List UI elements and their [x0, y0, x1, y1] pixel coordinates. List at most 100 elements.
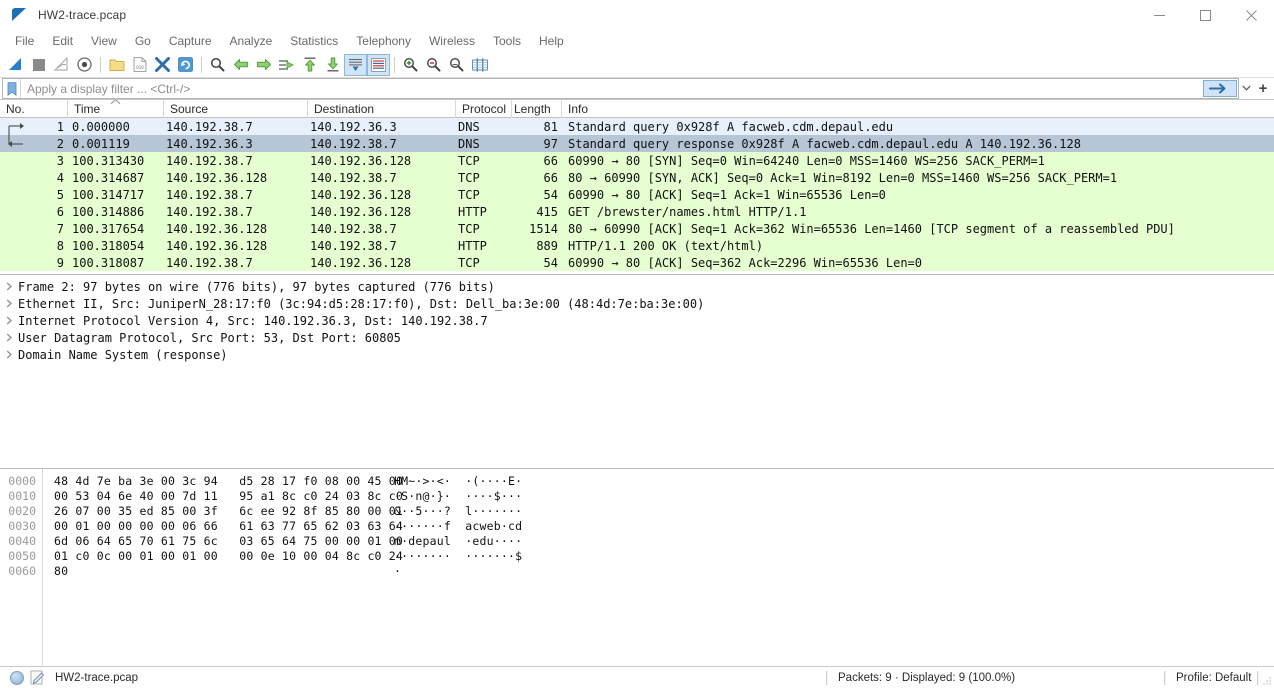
filter-bookmark-icon[interactable]: [3, 79, 21, 98]
hex-dump-line[interactable]: 0010 00 53 04 6e 40 00 7d 11 95 a1 8c c0 …: [0, 488, 1274, 503]
minimize-button[interactable]: [1136, 0, 1182, 30]
main-toolbar: 010: [0, 52, 1274, 78]
menu-capture[interactable]: Capture: [160, 32, 221, 50]
open-file-icon[interactable]: [105, 54, 128, 76]
detail-text: Frame 2: 97 bytes on wire (776 bits), 97…: [18, 279, 495, 294]
packet-protocol: TCP: [458, 187, 480, 202]
close-button[interactable]: [1228, 0, 1274, 30]
expert-info-icon[interactable]: [10, 670, 24, 685]
related-packet-marker: [0, 169, 34, 186]
hex-ascii: &··5···? l·······: [394, 503, 523, 518]
detail-expander[interactable]: [0, 333, 18, 342]
menu-edit[interactable]: Edit: [43, 32, 82, 50]
hex-dump-line[interactable]: 0000 48 4d 7e ba 3e 00 3c 94 d5 28 17 f0 …: [0, 473, 1274, 488]
resize-columns-icon[interactable]: [468, 54, 491, 76]
detail-tree-item[interactable]: Ethernet II, Src: JuniperN_28:17:f0 (3c:…: [0, 295, 1274, 312]
display-filter-input[interactable]: Apply a display filter ... <Ctrl-/>: [21, 82, 1203, 96]
go-forward-icon[interactable]: [252, 54, 275, 76]
packet-number: 8: [56, 238, 64, 253]
hex-dump-line[interactable]: 0060 80 ·: [0, 563, 1274, 578]
packet-number: 7: [56, 221, 64, 236]
packet-row[interactable]: 4 100.314687 140.192.36.128 140.192.38.7 TCP…: [0, 169, 1274, 186]
restart-capture-icon[interactable]: [50, 54, 73, 76]
hex-dump-line[interactable]: 0040 6d 06 64 65 70 61 75 6c 03 65 64 75 …: [0, 533, 1274, 548]
status-profile[interactable]: Profile: Default: [1176, 672, 1251, 684]
packet-row[interactable]: 7 100.317654 140.192.36.128 140.192.38.7 TCP…: [0, 220, 1274, 237]
menu-statistics[interactable]: Statistics: [281, 32, 347, 50]
zoom-reset-icon[interactable]: [445, 54, 468, 76]
packet-length: 54: [543, 255, 558, 270]
packet-list-rows: 1 0.000000 140.192.38.7 140.192.36.3 DNS 81 St…: [0, 118, 1274, 271]
detail-expander[interactable]: [0, 350, 18, 359]
maximize-button[interactable]: [1182, 0, 1228, 30]
detail-tree-item[interactable]: User Datagram Protocol, Src Port: 53, Ds…: [0, 329, 1274, 346]
packet-row[interactable]: 5 100.314717 140.192.38.7 140.192.36.128 TCP…: [0, 186, 1274, 203]
chevron-down-icon[interactable]: [1239, 78, 1254, 98]
packet-number: 6: [56, 204, 64, 219]
hex-offset: 0050: [8, 548, 36, 563]
menu-analyze[interactable]: Analyze: [221, 32, 282, 50]
detail-tree-item[interactable]: Domain Name System (response): [0, 346, 1274, 363]
packet-row[interactable]: 8 100.318054 140.192.36.128 140.192.38.7 HTT…: [0, 237, 1274, 254]
resize-grip-icon[interactable]: [1262, 676, 1272, 686]
reload-file-icon[interactable]: [174, 54, 197, 76]
colorize-packets-icon[interactable]: [367, 53, 390, 76]
packet-info: 60990 → 80 [SYN] Seq=0 Win=64240 Len=0 M…: [568, 153, 1045, 168]
capture-options-icon[interactable]: [73, 54, 96, 76]
menu-go[interactable]: Go: [126, 32, 160, 50]
packet-row[interactable]: 6 100.314886 140.192.38.7 140.192.36.128 HTT…: [0, 203, 1274, 220]
add-filter-button[interactable]: +: [1254, 78, 1272, 98]
packet-row[interactable]: 3 100.313430 140.192.38.7 140.192.36.128 TCP…: [0, 152, 1274, 169]
detail-text: Domain Name System (response): [18, 347, 228, 362]
hex-dump-line[interactable]: 0030 00 01 00 00 00 00 06 66 61 63 77 65 …: [0, 518, 1274, 533]
column-header-length[interactable]: Length: [512, 100, 562, 118]
expand-chevron-icon[interactable]: [6, 350, 13, 359]
go-to-first-packet-icon[interactable]: [298, 54, 321, 76]
menu-file[interactable]: File: [6, 32, 43, 50]
column-header-info[interactable]: Info: [562, 100, 1274, 118]
hex-dump-line[interactable]: 0050 01 c0 0c 00 01 00 01 00 00 0e 10 00 …: [0, 548, 1274, 563]
related-packet-marker: [0, 220, 34, 237]
expand-chevron-icon[interactable]: [6, 316, 13, 325]
packet-source: 140.192.36.3: [166, 136, 253, 151]
detail-expander[interactable]: [0, 316, 18, 325]
expand-chevron-icon[interactable]: [6, 299, 13, 308]
menu-wireless[interactable]: Wireless: [420, 32, 484, 50]
detail-expander[interactable]: [0, 299, 18, 308]
display-filter-input-wrap[interactable]: Apply a display filter ... <Ctrl-/>: [2, 78, 1239, 99]
column-header-destination[interactable]: Destination: [308, 100, 456, 118]
detail-expander[interactable]: [0, 282, 18, 291]
find-packet-icon[interactable]: [206, 54, 229, 76]
expand-chevron-icon[interactable]: [6, 282, 13, 291]
packet-destination: 140.192.36.128: [310, 255, 412, 270]
stop-capture-icon[interactable]: [27, 54, 50, 76]
save-file-icon[interactable]: 010: [128, 54, 151, 76]
status-divider: [1164, 671, 1166, 685]
detail-tree-item[interactable]: Frame 2: 97 bytes on wire (776 bits), 97…: [0, 278, 1274, 295]
packet-row[interactable]: 1 0.000000 140.192.38.7 140.192.36.3 DNS 81 St…: [0, 118, 1274, 135]
menu-tools[interactable]: Tools: [484, 32, 530, 50]
menu-telephony[interactable]: Telephony: [347, 32, 420, 50]
hex-dump-line[interactable]: 0020 26 07 00 35 ed 85 00 3f 6c ee 92 8f …: [0, 503, 1274, 518]
apply-filter-button[interactable]: [1203, 80, 1237, 97]
menu-view[interactable]: View: [82, 32, 126, 50]
status-packet-counts: Packets: 9 · Displayed: 9 (100.0%): [838, 671, 1016, 684]
zoom-in-icon[interactable]: [399, 54, 422, 76]
start-capture-icon[interactable]: [4, 54, 27, 76]
packet-row[interactable]: 9 100.318087 140.192.38.7 140.192.36.128 TCP…: [0, 254, 1274, 271]
expand-chevron-icon[interactable]: [6, 333, 13, 342]
capture-comment-icon[interactable]: [30, 670, 45, 685]
column-header-source[interactable]: Source: [164, 100, 308, 118]
packet-destination: 140.192.36.3: [310, 119, 397, 134]
auto-scroll-icon[interactable]: [344, 53, 367, 76]
detail-tree-item[interactable]: Internet Protocol Version 4, Src: 140.19…: [0, 312, 1274, 329]
zoom-out-icon[interactable]: [422, 54, 445, 76]
packet-row[interactable]: 2 0.001119 140.192.36.3 140.192.38.7 DNS 97 St…: [0, 135, 1274, 152]
go-to-packet-icon[interactable]: [275, 54, 298, 76]
go-to-last-packet-icon[interactable]: [321, 54, 344, 76]
column-header-no[interactable]: No.: [0, 100, 68, 118]
close-file-icon[interactable]: [151, 54, 174, 76]
column-header-protocol[interactable]: Protocol: [456, 100, 512, 118]
go-back-icon[interactable]: [229, 54, 252, 76]
menu-help[interactable]: Help: [530, 32, 573, 50]
